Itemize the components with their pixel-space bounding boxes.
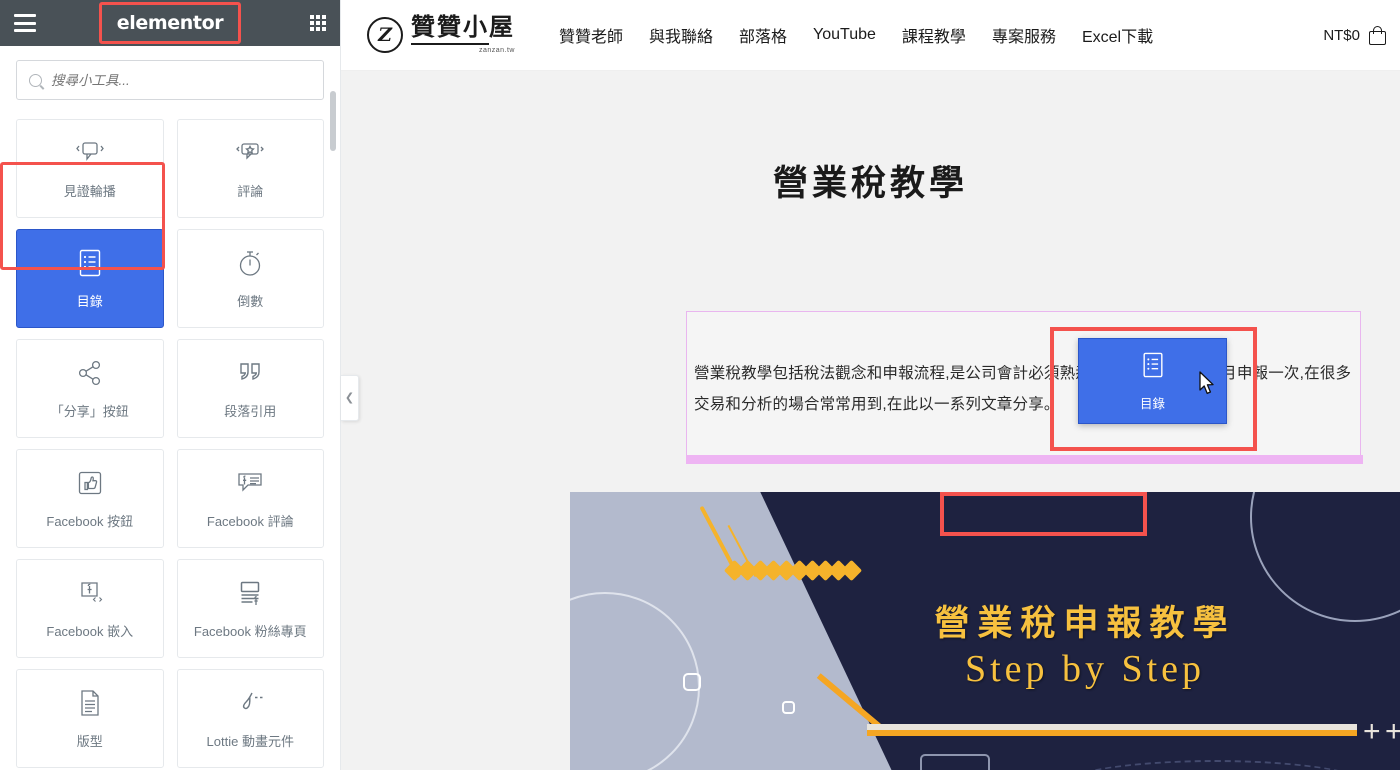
widget-label: Lottie 動畫元件 — [206, 733, 294, 749]
banner-plus-1: + — [1363, 715, 1381, 748]
widget-label: 評論 — [237, 183, 264, 199]
dragged-widget-label: 目錄 — [1139, 396, 1165, 411]
logo-mark-icon: Z — [367, 17, 403, 53]
logo-name: 贊贊小屋 — [411, 14, 515, 41]
banner-hex-1 — [683, 673, 701, 691]
banner-title: 營業稅申報教學 — [934, 604, 1236, 643]
widget-label: 版型 — [76, 733, 103, 749]
nav-item-blog[interactable]: 部落格 — [739, 23, 787, 47]
nav-item-teacher[interactable]: 贊贊老師 — [559, 23, 623, 47]
widget-item-facebook-page[interactable]: Facebook 粉絲專頁 — [176, 559, 324, 658]
panel-scrollbar[interactable] — [330, 91, 336, 151]
editor-root: elementor 搜尋小工具... 見證輪播 評論 目錄 倒數 「分享」按鈕 … — [0, 0, 1400, 770]
widget-label: Facebook 嵌入 — [46, 623, 134, 639]
widget-grid: 見證輪播 評論 目錄 倒數 「分享」按鈕 段落引用 Facebook 按鈕 Fa… — [16, 119, 324, 768]
blockquote-icon — [235, 358, 265, 388]
elementor-brand-highlight: elementor — [99, 2, 241, 44]
share-buttons-icon — [75, 358, 105, 388]
banner-bar-yellow — [867, 730, 1357, 736]
drag-highlight-lower — [940, 492, 1147, 536]
cart-button[interactable]: NT$0 — [1323, 25, 1400, 45]
search-icon — [29, 73, 42, 87]
banner-image[interactable]: 營業稅申報教學 Step by Step + + — [570, 492, 1400, 770]
cart-total: NT$0 — [1323, 26, 1360, 44]
logo-mark-letter: Z — [378, 23, 392, 46]
site-logo[interactable]: Z 贊贊小屋 zanzan.tw — [367, 16, 515, 54]
nav-item-youtube[interactable]: YouTube — [813, 26, 876, 44]
widget-item-facebook-comments[interactable]: Facebook 評論 — [176, 449, 324, 548]
testimonial-carousel-icon — [75, 138, 105, 168]
countdown-icon — [236, 248, 264, 278]
shopping-bag-icon — [1369, 25, 1386, 45]
hamburger-icon[interactable] — [14, 14, 36, 32]
widget-label: 段落引用 — [224, 403, 277, 419]
widget-item-template[interactable]: 版型 — [16, 669, 164, 768]
widget-item-lottie[interactable]: Lottie 動畫元件 — [176, 669, 324, 768]
table-of-contents-icon — [76, 248, 104, 278]
logo-rule — [411, 43, 489, 45]
widget-label: Facebook 按鈕 — [46, 513, 134, 529]
widget-label: Facebook 粉絲專頁 — [193, 623, 307, 639]
chevron-left-icon: ❮ — [344, 391, 355, 404]
logo-text: 贊贊小屋 zanzan.tw — [411, 16, 515, 54]
site-body: 營業稅教學 營業稅教學包括稅法觀念和申報流程,是公司會計必須熟悉的稅務事項,每兩… — [341, 71, 1400, 770]
widget-label: 見證輪播 — [63, 183, 116, 199]
facebook-button-icon — [76, 468, 104, 498]
lottie-icon — [235, 688, 265, 718]
widget-label: 「分享」按鈕 — [50, 403, 129, 419]
banner-card-shape — [920, 754, 990, 770]
banner-plus-2: + — [1385, 715, 1400, 748]
elementor-brand: elementor — [116, 12, 224, 34]
facebook-page-icon — [235, 578, 265, 608]
page-title-wrap: 營業稅教學 — [341, 71, 1400, 210]
widget-item-testimonial-carousel[interactable]: 見證輪播 — [16, 119, 164, 218]
widget-item-table-of-contents[interactable]: 目錄 — [16, 229, 164, 328]
nav-item-services[interactable]: 專案服務 — [992, 23, 1056, 47]
grid-icon[interactable] — [310, 15, 326, 31]
widget-item-share-buttons[interactable]: 「分享」按鈕 — [16, 339, 164, 438]
logo-domain: zanzan.tw — [478, 47, 515, 54]
banner-diamond-row — [723, 559, 863, 582]
intro-paragraph: 營業稅教學包括稅法觀念和申報流程,是公司會計必須熟悉的稅務事項,每兩個月申報一次… — [694, 365, 1352, 413]
panel-body: 見證輪播 評論 — [0, 46, 340, 770]
widget-item-reviews[interactable]: 評論 — [176, 119, 324, 218]
page-title-text: 營業稅教學 — [772, 164, 968, 203]
drop-indicator — [686, 455, 1363, 464]
widget-item-facebook-embed[interactable]: Facebook 嵌入 — [16, 559, 164, 658]
panel-header: elementor — [0, 0, 340, 46]
nav-item-contact[interactable]: 與我聯絡 — [649, 23, 713, 47]
site-header: Z 贊贊小屋 zanzan.tw 贊贊老師 與我聯絡 部落格 YouTube 課… — [341, 0, 1400, 71]
nav-item-downloads[interactable]: Excel下載 — [1082, 23, 1153, 47]
facebook-embed-icon — [75, 578, 105, 608]
nav-item-courses[interactable]: 課程教學 — [902, 23, 966, 47]
reviews-icon — [235, 138, 265, 168]
site-nav: 贊贊老師 與我聯絡 部落格 YouTube 課程教學 專案服務 Excel下載 — [559, 23, 1153, 47]
page-title: 營業稅教學 — [769, 155, 971, 210]
widget-item-facebook-button[interactable]: Facebook 按鈕 — [16, 449, 164, 548]
widget-label: 倒數 — [237, 293, 264, 309]
widget-label: Facebook 評論 — [206, 513, 294, 529]
widget-label: 目錄 — [76, 293, 103, 309]
site-preview: Z 贊贊小屋 zanzan.tw 贊贊老師 與我聯絡 部落格 YouTube 課… — [341, 0, 1400, 770]
banner-subtitle: Step by Step — [964, 648, 1206, 690]
content-section[interactable]: 營業稅教學包括稅法觀念和申報流程,是公司會計必須熟悉的稅務事項,每兩個月申報一次… — [686, 311, 1361, 462]
search-input[interactable] — [51, 72, 311, 88]
elementor-widget-panel: elementor 搜尋小工具... 見證輪播 評論 目錄 倒數 「分享」按鈕 … — [0, 0, 341, 770]
panel-collapse-button[interactable]: ❮ — [341, 375, 359, 421]
table-of-contents-icon — [1140, 351, 1166, 384]
banner-dashed-arc — [1050, 760, 1380, 770]
facebook-comments-icon — [234, 468, 266, 498]
mouse-cursor — [1199, 371, 1217, 402]
banner-hex-2 — [782, 701, 795, 714]
template-icon — [77, 688, 103, 718]
widget-item-blockquote[interactable]: 段落引用 — [176, 339, 324, 438]
widget-item-countdown[interactable]: 倒數 — [176, 229, 324, 328]
search-widgets-box[interactable] — [16, 60, 324, 100]
